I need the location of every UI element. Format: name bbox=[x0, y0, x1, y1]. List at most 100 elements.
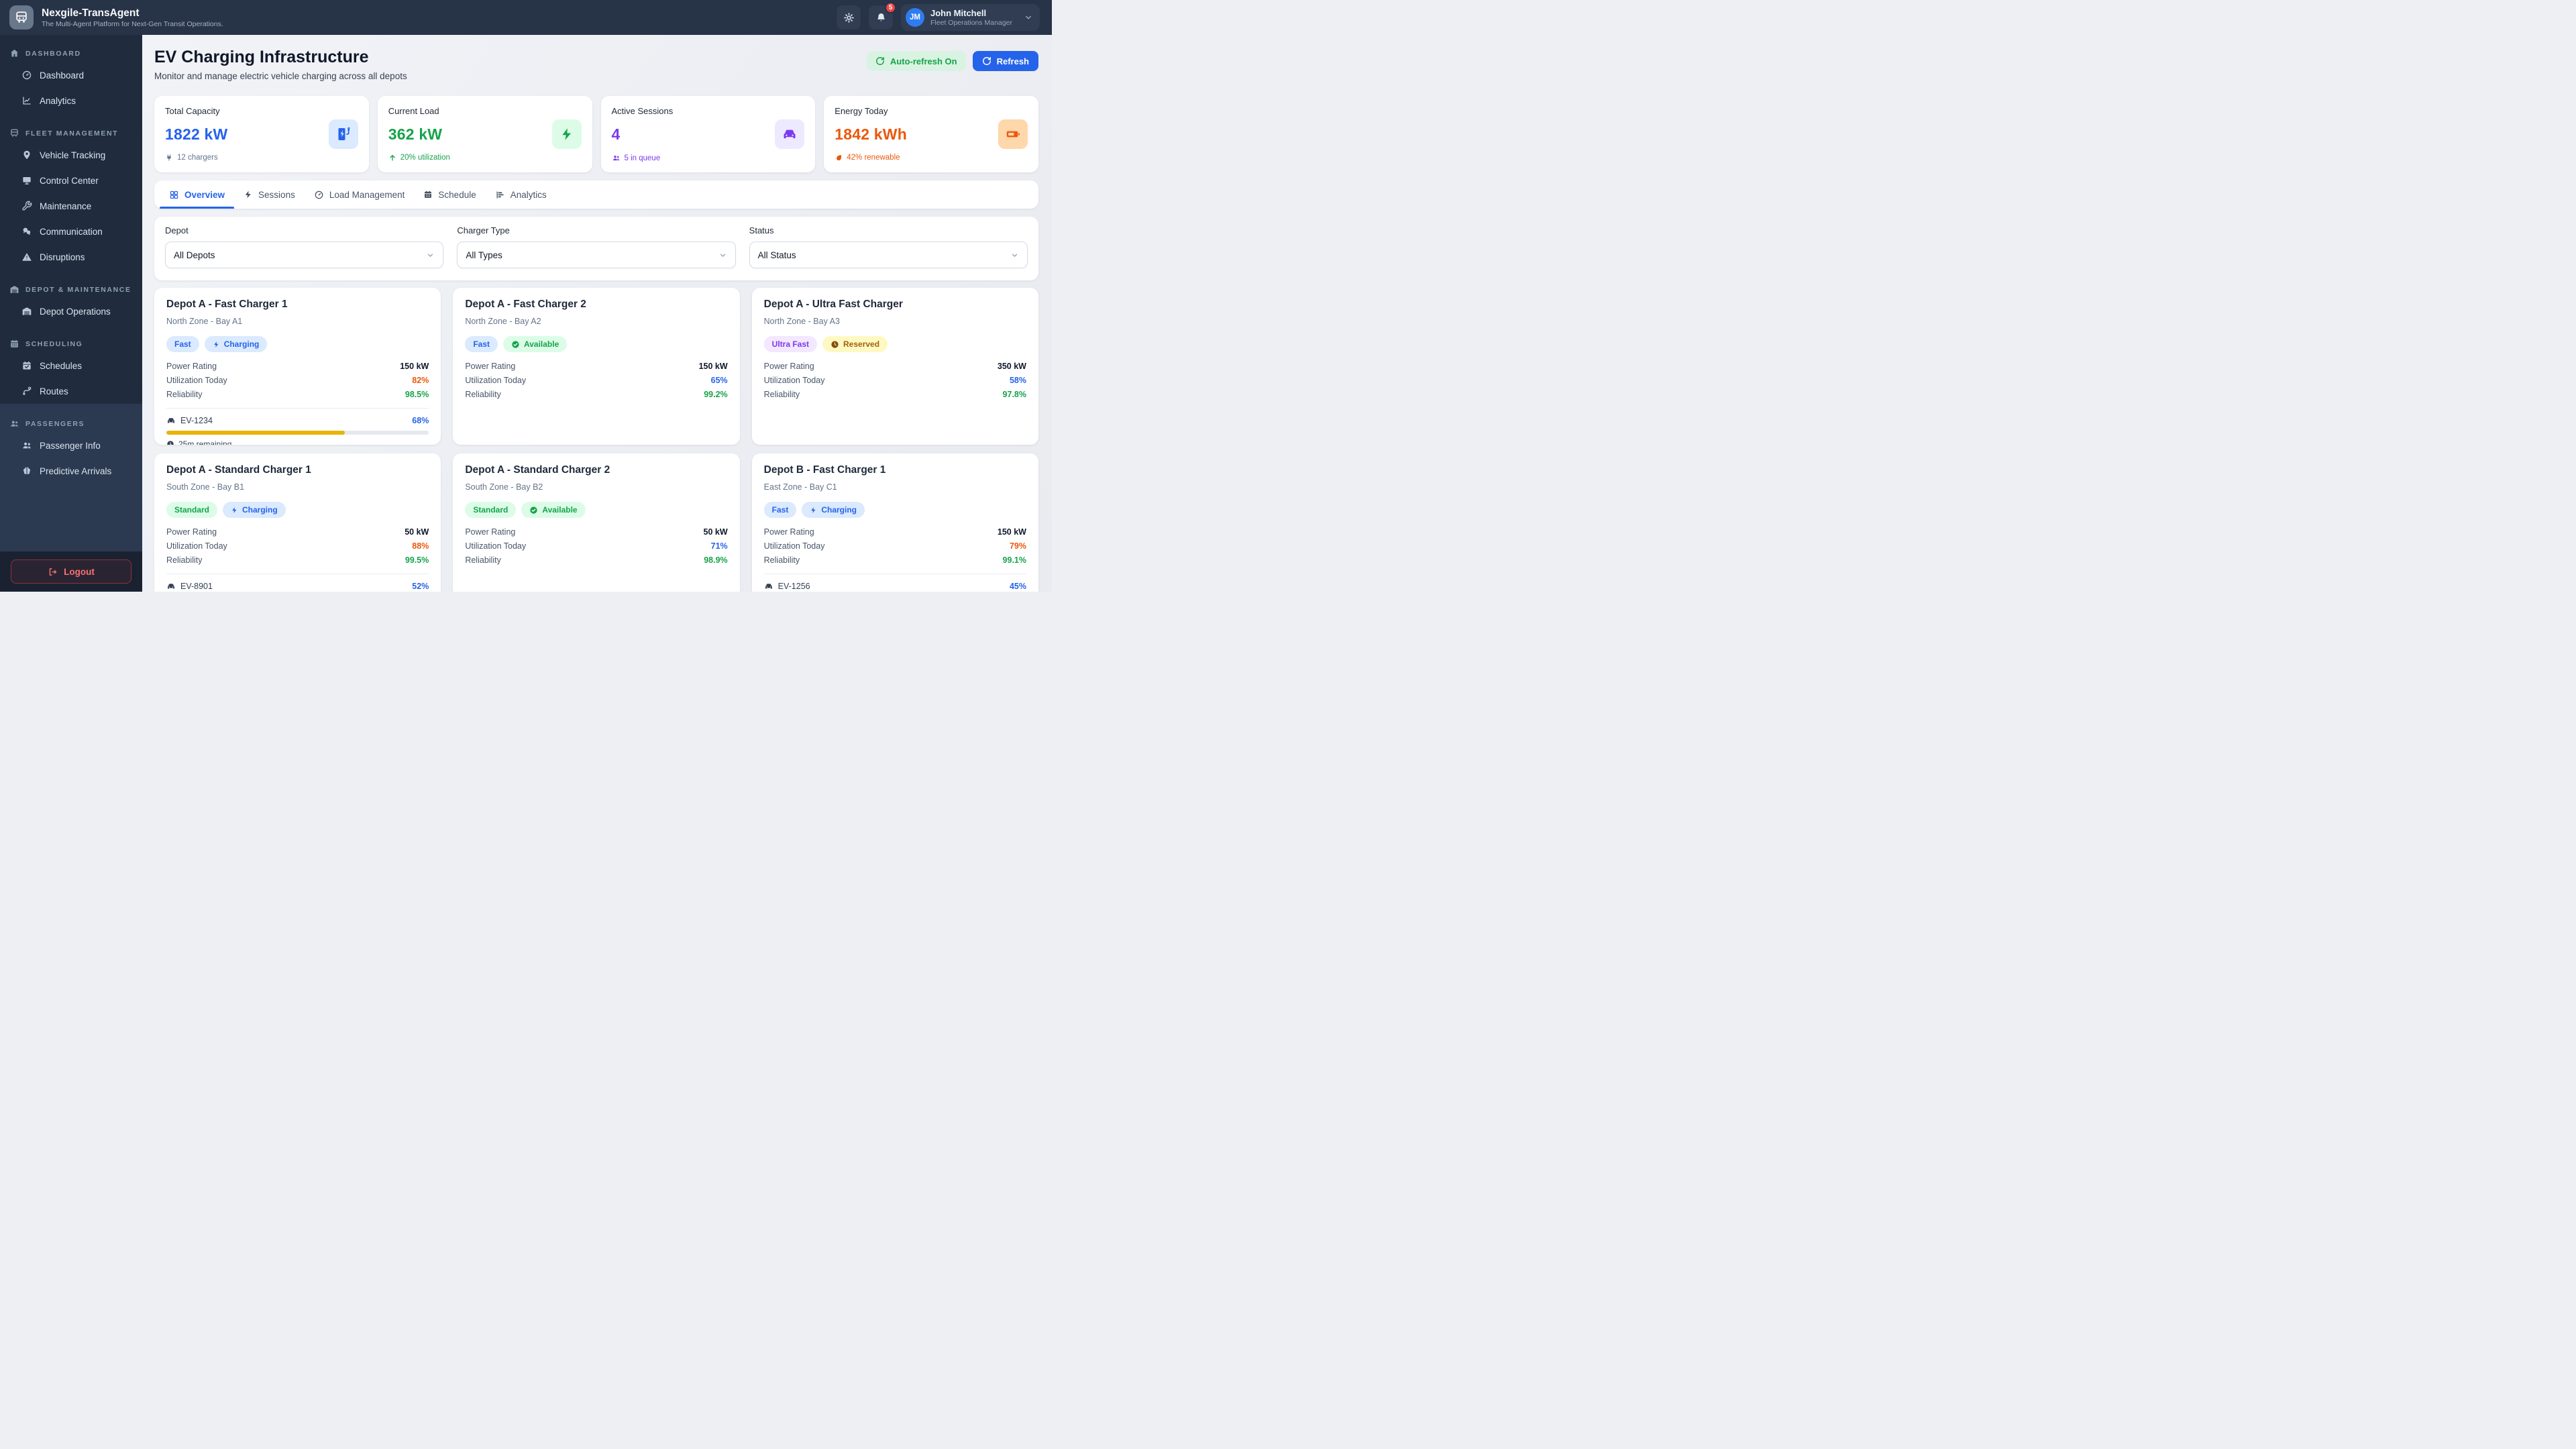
depot-select[interactable]: All Depots bbox=[165, 241, 444, 268]
leaf-icon bbox=[835, 154, 843, 162]
vehicle-id: EV-1234 bbox=[180, 416, 213, 425]
utilization-value: 79% bbox=[1009, 541, 1026, 551]
type-badge: Ultra Fast bbox=[763, 336, 818, 352]
filter-status: Status All Status bbox=[749, 225, 1028, 268]
filter-depot: Depot All Depots bbox=[165, 225, 444, 268]
charger-card[interactable]: Depot B - Fast Charger 1 East Zone - Bay… bbox=[751, 453, 1038, 592]
charger-card[interactable]: Depot A - Standard Charger 2 South Zone … bbox=[453, 453, 740, 592]
tab-schedule[interactable]: Schedule bbox=[414, 180, 485, 209]
bolt-icon bbox=[213, 341, 220, 348]
brand: Nexgile-TransAgent The Multi-Agent Platf… bbox=[42, 7, 223, 28]
arrow-up-icon bbox=[388, 154, 396, 162]
reliability-value: 99.5% bbox=[405, 555, 429, 565]
tab-sessions[interactable]: Sessions bbox=[234, 180, 305, 209]
tab-overview[interactable]: Overview bbox=[160, 180, 235, 209]
auto-refresh-toggle[interactable]: Auto-refresh On bbox=[866, 51, 966, 71]
sidebar-item-analytics[interactable]: Analytics bbox=[0, 88, 142, 113]
reliability-value: 97.8% bbox=[1002, 390, 1026, 399]
vehicle-id: EV-8901 bbox=[180, 582, 213, 591]
bell-icon bbox=[875, 12, 887, 23]
sidebar-section-dashboard: DASHBOARD Dashboard Analytics bbox=[0, 35, 142, 113]
type-badge: Standard bbox=[465, 502, 517, 518]
sidebar-item-vehicle-tracking[interactable]: Vehicle Tracking bbox=[0, 142, 142, 168]
sidebar-item-predictive-arrivals[interactable]: Predictive Arrivals bbox=[0, 458, 142, 484]
page-header: EV Charging Infrastructure Monitor and m… bbox=[154, 47, 1038, 81]
charger-location: North Zone - Bay A2 bbox=[465, 317, 541, 326]
refresh-button[interactable]: Refresh bbox=[972, 51, 1038, 71]
stat-card-current-load: Current Load 362 kW 20% utilization bbox=[377, 96, 592, 172]
reliability-value: 99.1% bbox=[1002, 555, 1026, 565]
tab-bar: Overview Sessions Load Management Schedu… bbox=[154, 180, 1038, 209]
charger-card[interactable]: Depot A - Fast Charger 2 North Zone - Ba… bbox=[453, 288, 740, 445]
user-menu[interactable]: JM John Mitchell Fleet Operations Manage… bbox=[901, 4, 1040, 31]
stats-row: Total Capacity 1822 kW 12 chargers Curre… bbox=[154, 96, 1038, 172]
sidebar-section-scheduling: SCHEDULING Schedules Routes bbox=[0, 324, 142, 404]
sidebar-item-schedules[interactable]: Schedules bbox=[0, 353, 142, 378]
sidebar-item-dashboard[interactable]: Dashboard bbox=[0, 62, 142, 88]
stat-card-total-capacity: Total Capacity 1822 kW 12 chargers bbox=[154, 96, 369, 172]
type-badge: Fast bbox=[763, 502, 797, 518]
stat-card-active-sessions: Active Sessions 4 5 in queue bbox=[600, 96, 816, 172]
charger-card[interactable]: Depot A - Fast Charger 1 North Zone - Ba… bbox=[154, 288, 441, 445]
vehicle-charge-pct: 52% bbox=[412, 582, 429, 591]
status-select[interactable]: All Status bbox=[749, 241, 1028, 268]
charger-name: Depot A - Standard Charger 1 bbox=[166, 464, 311, 476]
users-icon bbox=[21, 440, 32, 451]
gauge-icon bbox=[21, 70, 32, 80]
vehicle-id: EV-1256 bbox=[777, 582, 810, 591]
page-title: EV Charging Infrastructure bbox=[154, 48, 369, 66]
chevron-down-icon bbox=[1024, 13, 1033, 22]
tab-load-management[interactable]: Load Management bbox=[305, 180, 415, 209]
clock-icon bbox=[166, 440, 174, 445]
sidebar-section-depot: DEPOT & MAINTENANCE Depot Operations bbox=[0, 270, 142, 324]
app-title: Nexgile-TransAgent bbox=[42, 7, 140, 19]
notifications-button[interactable]: 5 bbox=[869, 2, 897, 30]
sidebar-item-communication[interactable]: Communication bbox=[0, 219, 142, 244]
avatar: JM bbox=[906, 8, 925, 27]
sidebar-item-disruptions[interactable]: Disruptions bbox=[0, 244, 142, 270]
status-badge: Reserved bbox=[822, 336, 888, 352]
charger-name: Depot A - Ultra Fast Charger bbox=[763, 299, 903, 310]
type-badge: Standard bbox=[166, 502, 218, 518]
tab-analytics[interactable]: Analytics bbox=[486, 180, 556, 209]
car-icon bbox=[166, 582, 176, 591]
utilization-value: 71% bbox=[710, 541, 728, 551]
charging-station-icon bbox=[328, 119, 358, 149]
sidebar-item-routes[interactable]: Routes bbox=[0, 378, 142, 404]
sidebar-item-maintenance[interactable]: Maintenance bbox=[0, 193, 142, 219]
section-header-passengers: PASSENGERS bbox=[0, 415, 142, 433]
power-rating-value: 50 kW bbox=[405, 527, 429, 537]
sidebar-item-depot-operations[interactable]: Depot Operations bbox=[0, 299, 142, 324]
charger-location: South Zone - Bay B2 bbox=[465, 482, 543, 492]
settings-button[interactable] bbox=[837, 5, 861, 30]
sidebar-section-fleet: FLEET MANAGEMENT Vehicle Tracking Contro… bbox=[0, 113, 142, 270]
refresh-icon bbox=[875, 56, 885, 66]
sidebar-item-control-center[interactable]: Control Center bbox=[0, 168, 142, 193]
charger-name: Depot B - Fast Charger 1 bbox=[763, 464, 886, 476]
logout-button[interactable]: Logout bbox=[11, 559, 131, 584]
home-icon bbox=[9, 48, 19, 58]
calendar-icon bbox=[9, 339, 19, 349]
power-rating-value: 150 kW bbox=[997, 527, 1026, 537]
map-pin-icon bbox=[21, 150, 32, 160]
bolt-icon bbox=[810, 506, 817, 514]
main-content: EV Charging Infrastructure Monitor and m… bbox=[142, 35, 1052, 592]
charge-progress-bar bbox=[166, 431, 429, 435]
clock-icon bbox=[830, 340, 839, 349]
charger-card[interactable]: Depot A - Ultra Fast Charger North Zone … bbox=[751, 288, 1038, 445]
user-role: Fleet Operations Manager bbox=[930, 19, 1012, 27]
app-logo bbox=[9, 5, 34, 30]
charger-card[interactable]: Depot A - Standard Charger 1 South Zone … bbox=[154, 453, 441, 592]
vehicle-charge-pct: 45% bbox=[1009, 582, 1026, 591]
users-icon bbox=[9, 419, 19, 429]
grid-icon bbox=[169, 190, 179, 200]
charger-type-select[interactable]: All Types bbox=[457, 241, 736, 268]
notification-badge: 5 bbox=[885, 2, 897, 13]
utilization-value: 88% bbox=[412, 541, 429, 551]
charger-name: Depot A - Fast Charger 2 bbox=[465, 299, 586, 310]
page-subtitle: Monitor and manage electric vehicle char… bbox=[154, 71, 407, 81]
filter-panel: Depot All Depots Charger Type All Types bbox=[154, 217, 1038, 280]
sidebar-item-passenger-info[interactable]: Passenger Info bbox=[0, 433, 142, 458]
charger-location: South Zone - Bay B1 bbox=[166, 482, 245, 492]
filter-charger-type: Charger Type All Types bbox=[457, 225, 736, 268]
